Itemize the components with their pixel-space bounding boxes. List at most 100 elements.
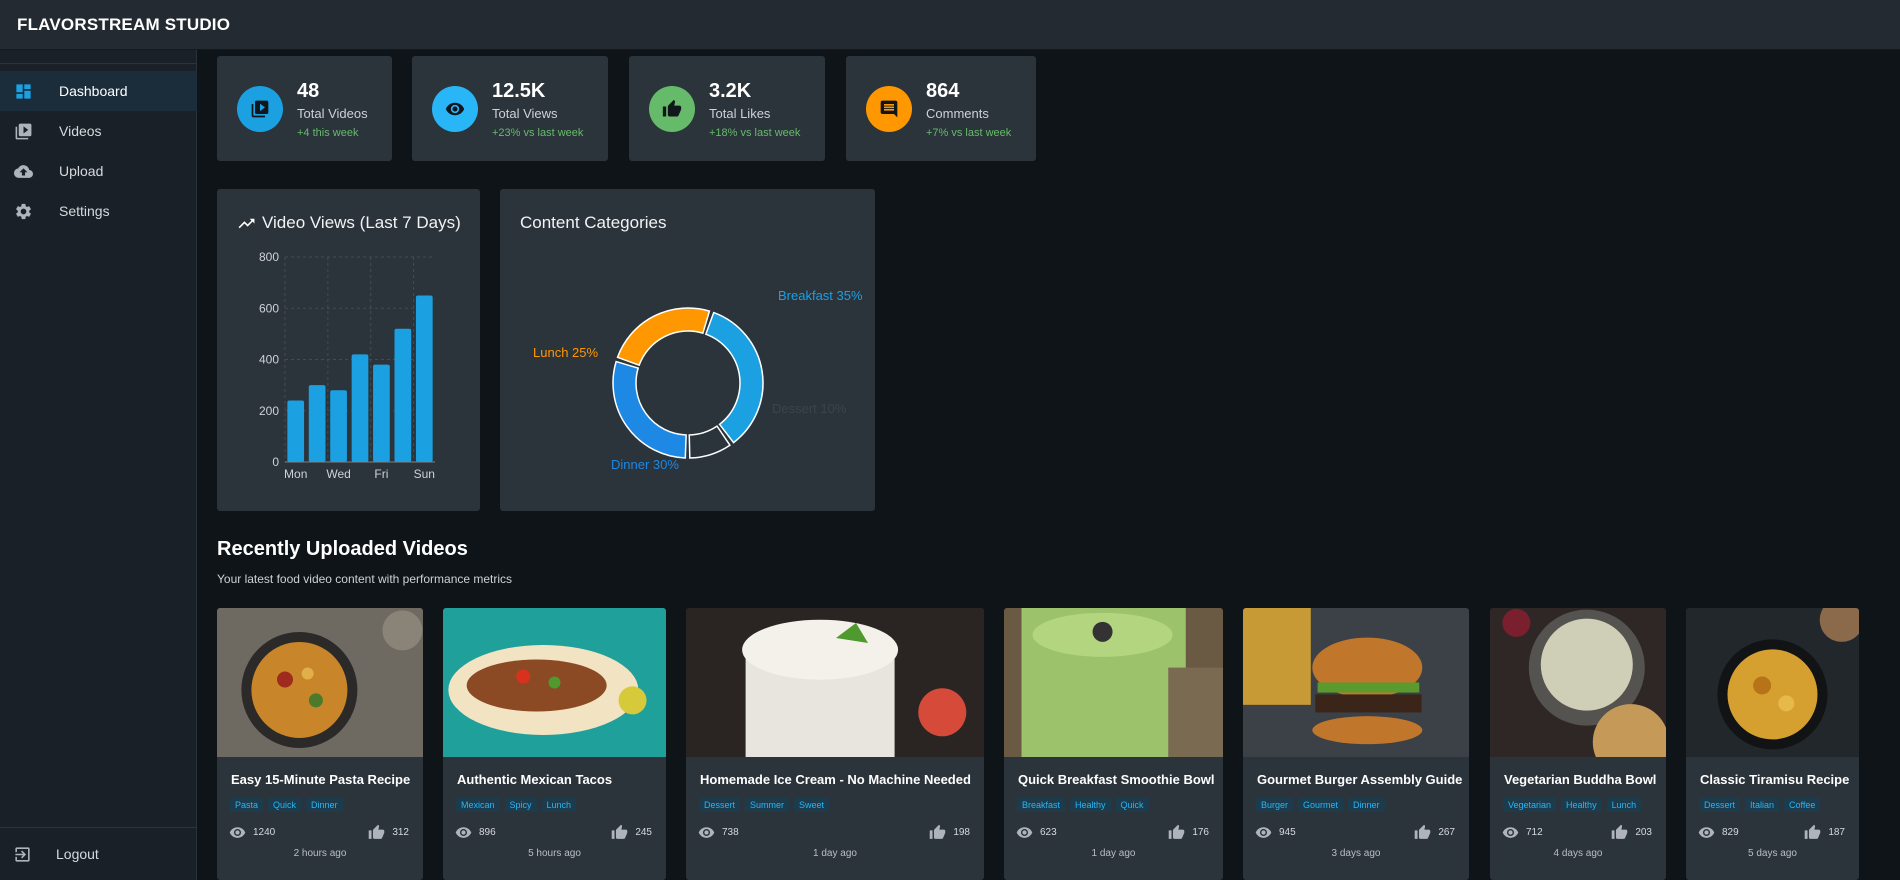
sidebar-divider — [0, 63, 197, 64]
thumb-up-icon[interactable] — [1414, 824, 1431, 841]
video-likes: 176 — [1192, 827, 1209, 838]
y-tick-label: 200 — [259, 404, 279, 418]
stat-card-total-videos: 48 Total Videos +4 this week — [217, 56, 392, 161]
video-tag[interactable]: Burger — [1256, 798, 1294, 812]
video-card[interactable]: Authentic Mexican Tacos Mexican Spicy Lunc… — [443, 608, 666, 880]
video-tag[interactable]: Coffee — [1784, 798, 1821, 812]
video-tag[interactable]: Healthy — [1561, 798, 1602, 812]
video-tag[interactable]: Quick — [268, 798, 302, 812]
sidebar-item-upload[interactable]: Upload — [0, 151, 197, 191]
eye-icon — [1255, 827, 1272, 838]
video-views: 896 — [479, 827, 496, 838]
video-thumbnail[interactable] — [1490, 608, 1666, 757]
thumb-up-icon[interactable] — [929, 824, 946, 841]
thumb-up-icon[interactable] — [1611, 824, 1628, 841]
thumb-up-icon[interactable] — [611, 824, 628, 841]
video-card[interactable]: Easy 15-Minute Pasta Recipe Pasta Quick Di… — [217, 608, 423, 880]
stat-icon-circle — [432, 85, 478, 132]
eye-icon — [1698, 827, 1715, 838]
video-card[interactable]: Vegetarian Buddha Bowl Vegetarian Healthy… — [1490, 608, 1666, 880]
logout-icon — [15, 846, 30, 862]
thumb-up-icon[interactable] — [1804, 824, 1821, 841]
video-thumbnail[interactable] — [217, 608, 423, 757]
video-thumbnail[interactable] — [1004, 608, 1223, 757]
stat-change: +7% vs last week — [926, 126, 1012, 139]
video-title[interactable]: Authentic Mexican Tacos — [457, 772, 612, 787]
video-upload-time: 1 day ago — [1091, 848, 1136, 859]
logout-button[interactable]: Logout — [0, 834, 197, 874]
video-tags: Burger Gourmet Dinner — [1256, 798, 1385, 812]
y-tick-label: 800 — [259, 250, 279, 264]
video-thumbnail[interactable] — [443, 608, 666, 757]
thumb-up-icon[interactable] — [1168, 824, 1185, 841]
video-upload-time: 3 days ago — [1331, 848, 1381, 859]
video-tag[interactable]: Dessert — [699, 798, 741, 812]
section-title: Recently Uploaded Videos — [217, 538, 468, 560]
bar-fri — [373, 364, 390, 462]
y-tick-label: 600 — [259, 301, 279, 315]
video-tag[interactable]: Sweet — [794, 798, 830, 812]
video-tag[interactable]: Spicy — [504, 798, 537, 812]
video-title[interactable]: Quick Breakfast Smoothie Bowl — [1018, 772, 1215, 787]
video-tag[interactable]: Pasta — [230, 798, 264, 812]
video-tag[interactable]: Dinner — [306, 798, 343, 812]
x-tick-label: Mon — [284, 467, 307, 481]
sidebar-item-videos[interactable]: Videos — [0, 111, 197, 151]
video-tag[interactable]: Breakfast — [1017, 798, 1066, 812]
slice-label: Lunch 25% — [533, 345, 598, 360]
video-title[interactable]: Classic Tiramisu Recipe — [1700, 772, 1849, 787]
video-upload-time: 2 hours ago — [293, 848, 347, 859]
video-card[interactable]: Homemade Ice Cream - No Machine Needed D… — [686, 608, 984, 880]
video-title[interactable]: Homemade Ice Cream - No Machine Needed — [700, 772, 971, 787]
sidebar-item-dashboard[interactable]: Dashboard — [0, 71, 197, 111]
video-thumbnail[interactable] — [1686, 608, 1859, 757]
video-views: 738 — [722, 827, 739, 838]
bar-sat — [394, 328, 412, 462]
video-tag[interactable]: Lunch — [1606, 798, 1642, 812]
sidebar-item-settings[interactable]: Settings — [0, 191, 197, 231]
thumb-up-icon[interactable] — [368, 824, 385, 841]
video-title[interactable]: Easy 15-Minute Pasta Recipe — [231, 772, 410, 787]
video-tag[interactable]: Italian — [1745, 798, 1780, 812]
stat-label: Total Videos — [297, 105, 368, 121]
sidebar-item-label: Dashboard — [59, 83, 128, 99]
app-title: FLAVORSTREAM STUDIO — [17, 14, 231, 34]
stat-value: 12.5K — [492, 79, 546, 102]
content-categories-donut-chart: Breakfast 35% Dessert 10% Dinner 30% Lunch … — [533, 288, 863, 472]
stat-card-total-views: 12.5K Total Views +23% vs last week — [412, 56, 608, 161]
video-views-panel: Video Views (Last 7 Days) 0 200 400 600 800 M… — [217, 189, 480, 511]
slice-label: Breakfast 35% — [778, 288, 863, 303]
video-stats: 829 187 — [1698, 824, 1845, 841]
video-tag[interactable]: Dessert — [1699, 798, 1741, 812]
stat-label: Total Views — [492, 105, 558, 121]
video-title[interactable]: Gourmet Burger Assembly Guide — [1257, 772, 1462, 787]
video-thumbnail[interactable] — [1243, 608, 1469, 757]
stat-value: 48 — [297, 79, 320, 102]
video-tag[interactable]: Gourmet — [1298, 798, 1344, 812]
video-tag[interactable]: Quick — [1115, 798, 1149, 812]
video-tag[interactable]: Lunch — [541, 798, 577, 812]
dashboard-icon — [16, 83, 31, 99]
video-tag[interactable]: Summer — [745, 798, 790, 812]
sidebar-item-label: Settings — [59, 203, 110, 219]
video-upload-time: 1 day ago — [813, 848, 857, 859]
video-tag[interactable]: Dinner — [1348, 798, 1385, 812]
video-upload-time: 5 hours ago — [528, 848, 581, 859]
video-views-bar-chart: 0 200 400 600 800 Mon Wed Fri Sun — [259, 250, 435, 481]
x-tick-label: Fri — [374, 467, 388, 481]
video-card[interactable]: Gourmet Burger Assembly Guide Burger Gour… — [1243, 608, 1469, 880]
video-card[interactable]: Classic Tiramisu Recipe Dessert Italian Co… — [1686, 608, 1859, 880]
donut-slice-breakfast — [704, 311, 764, 444]
thumb-up-icon — [662, 99, 682, 116]
video-card[interactable]: Quick Breakfast Smoothie Bowl Breakfast H… — [1004, 608, 1223, 880]
stat-label: Comments — [926, 105, 989, 121]
video-tag[interactable]: Mexican — [456, 798, 500, 812]
video-title[interactable]: Vegetarian Buddha Bowl — [1504, 772, 1656, 787]
video-thumbnail[interactable] — [686, 608, 984, 757]
video-likes: 187 — [1828, 827, 1845, 838]
video-tag[interactable]: Vegetarian — [1503, 798, 1557, 812]
eye-icon — [1016, 827, 1033, 838]
eye-icon — [698, 827, 715, 838]
stat-value: 3.2K — [709, 79, 752, 102]
video-tag[interactable]: Healthy — [1070, 798, 1111, 812]
